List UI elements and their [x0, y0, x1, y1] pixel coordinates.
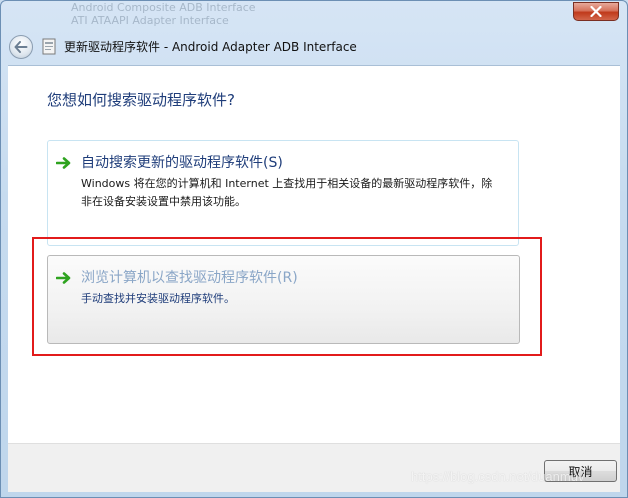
- page-question: 您想如何搜索驱动程序软件?: [47, 91, 235, 109]
- option-title: 浏览计算机以查找驱动程序软件(R): [81, 270, 298, 286]
- option-search-automatically[interactable]: 自动搜索更新的驱动程序软件(S) Windows 将在您的计算机和 Intern…: [47, 140, 519, 246]
- content-pane: 您想如何搜索驱动程序软件? 自动搜索更新的驱动程序软件(S) Windows 将…: [8, 65, 620, 444]
- close-button[interactable]: [573, 2, 619, 21]
- background-ghost-line-1: Android Composite ADB Interface: [71, 1, 256, 14]
- option-title: 自动搜索更新的驱动程序软件(S): [81, 155, 283, 171]
- dialog-footer: 取消: [8, 443, 620, 492]
- window-title: 更新驱动程序软件 - Android Adapter ADB Interface: [64, 40, 357, 54]
- option-description: 手动查找并安装驱动程序软件。: [81, 292, 235, 305]
- option-description: Windows 将在您的计算机和 Internet 上查找用于相关设备的最新驱动…: [81, 177, 493, 208]
- back-button[interactable]: [9, 35, 33, 59]
- device-driver-icon: [42, 38, 56, 55]
- dialog-window: Android Composite ADB Interface ATI ATAA…: [0, 0, 628, 498]
- option-browse-computer[interactable]: 浏览计算机以查找驱动程序软件(R) 手动查找并安装驱动程序软件。: [47, 255, 520, 344]
- back-arrow-icon: [14, 41, 28, 53]
- green-arrow-icon: [56, 272, 71, 284]
- close-icon: [590, 6, 602, 17]
- watermark: https://blog.csdn.net/duanmuv: [411, 469, 585, 484]
- green-arrow-icon: [56, 157, 71, 169]
- background-ghost-line-2: ATI ATAAPI Adapter Interface: [71, 14, 229, 27]
